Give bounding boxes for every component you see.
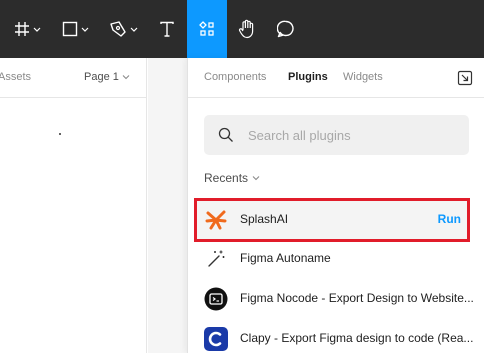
comment-tool[interactable] [268,0,304,58]
shape-tool[interactable] [56,0,100,58]
search-input[interactable] [248,126,458,144]
chevron-down-icon [252,176,260,181]
layer-dot [59,133,61,135]
resources-popover: Components Plugins Widgets Recents Splas… [187,58,484,353]
tab-plugins[interactable]: Plugins [288,71,328,83]
page-selector[interactable]: Page 1 [84,71,130,83]
frame-tool[interactable] [8,0,52,58]
text-tool[interactable] [152,0,182,58]
plugin-item-clapy[interactable]: Clapy - Export Figma design to code (Rea… [188,319,484,353]
tab-components[interactable]: Components [204,71,266,83]
hash-frame-icon [15,22,41,36]
nocode-icon [204,287,228,311]
page-label: Page 1 [84,71,119,83]
expand-window-icon[interactable] [457,70,473,86]
left-panel-header: Assets Page 1 [0,58,146,98]
recents-filter[interactable]: Recents [204,171,260,185]
text-icon [160,21,174,37]
chevron-down-icon [122,75,130,80]
pen-tool[interactable] [104,0,148,58]
toolbar [0,0,484,58]
plugin-search [204,115,469,155]
plugin-item-splashai[interactable]: SplashAI Run [188,200,484,240]
search-icon [218,127,233,142]
comment-icon [277,20,294,38]
hand-icon [238,19,254,39]
canvas-area[interactable] [148,58,188,353]
tab-widgets[interactable]: Widgets [343,71,383,83]
plugin-name: Figma Nocode - Export Design to Website.… [240,291,474,305]
plugin-item-figma-nocode[interactable]: Figma Nocode - Export Design to Website.… [188,279,484,319]
resources-icon [199,21,214,36]
resources-tool[interactable] [187,0,227,58]
assets-tab[interactable]: Assets [0,71,31,83]
pen-icon [110,21,138,37]
splash-icon [204,208,228,232]
recents-label: Recents [204,171,249,185]
clapy-icon [204,327,228,351]
plugin-name: Figma Autoname [240,251,331,265]
magic-wand-icon [204,247,228,271]
plugin-name: SplashAI [240,212,289,226]
plugin-item-figma-autoname[interactable]: Figma Autoname [188,239,484,279]
rectangle-icon [62,21,89,37]
plugin-name: Clapy - Export Figma design to code (Rea… [240,331,474,345]
resources-tabs: Components Plugins Widgets [188,58,484,98]
run-button[interactable]: Run [438,212,461,226]
hand-tool[interactable] [230,0,264,58]
left-panel: Assets Page 1 [0,58,147,353]
